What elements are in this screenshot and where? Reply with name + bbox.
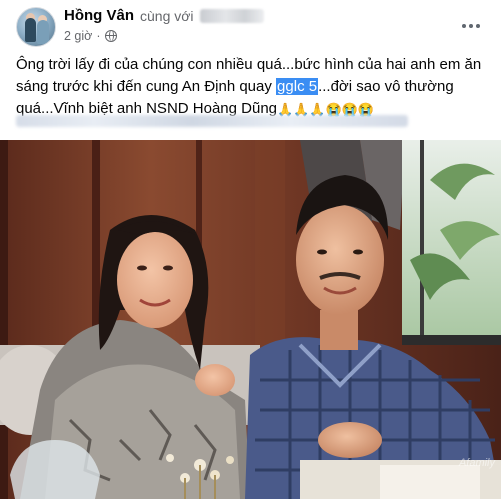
post-header: Hồng Vân cùng với 2 giờ · [0, 0, 501, 52]
meta-separator: · [96, 29, 101, 43]
more-dot [462, 24, 466, 28]
author-name[interactable]: Hồng Vân [64, 7, 134, 24]
more-dot [469, 24, 473, 28]
blurred-hashtags [16, 115, 408, 127]
post-photo[interactable]: Afamily [0, 140, 501, 499]
author-avatar[interactable] [16, 7, 56, 47]
author-line: Hồng Vân cùng với [64, 7, 264, 24]
photo-illustration [0, 140, 501, 499]
post-text-highlight: gglc 5 [276, 78, 319, 95]
avatar-person-body [37, 20, 49, 44]
avatar-person-body [25, 18, 36, 42]
post-message: Ông trời lấy đi của chúng con nhiều quá.… [16, 54, 488, 120]
photo-watermark: Afamily [458, 457, 495, 469]
globe-icon[interactable] [104, 30, 117, 42]
tagged-with-label: cùng với [140, 7, 194, 24]
tagged-friend-blurred[interactable] [199, 8, 264, 23]
post-timestamp[interactable]: 2 giờ [64, 29, 92, 43]
more-dot [476, 24, 480, 28]
post-meta: 2 giờ · [64, 29, 117, 43]
more-options-button[interactable] [455, 10, 487, 42]
facebook-post: Hồng Vân cùng với 2 giờ · Ông trời lấy đ… [0, 0, 501, 499]
more-horizontal-icon [462, 24, 480, 28]
